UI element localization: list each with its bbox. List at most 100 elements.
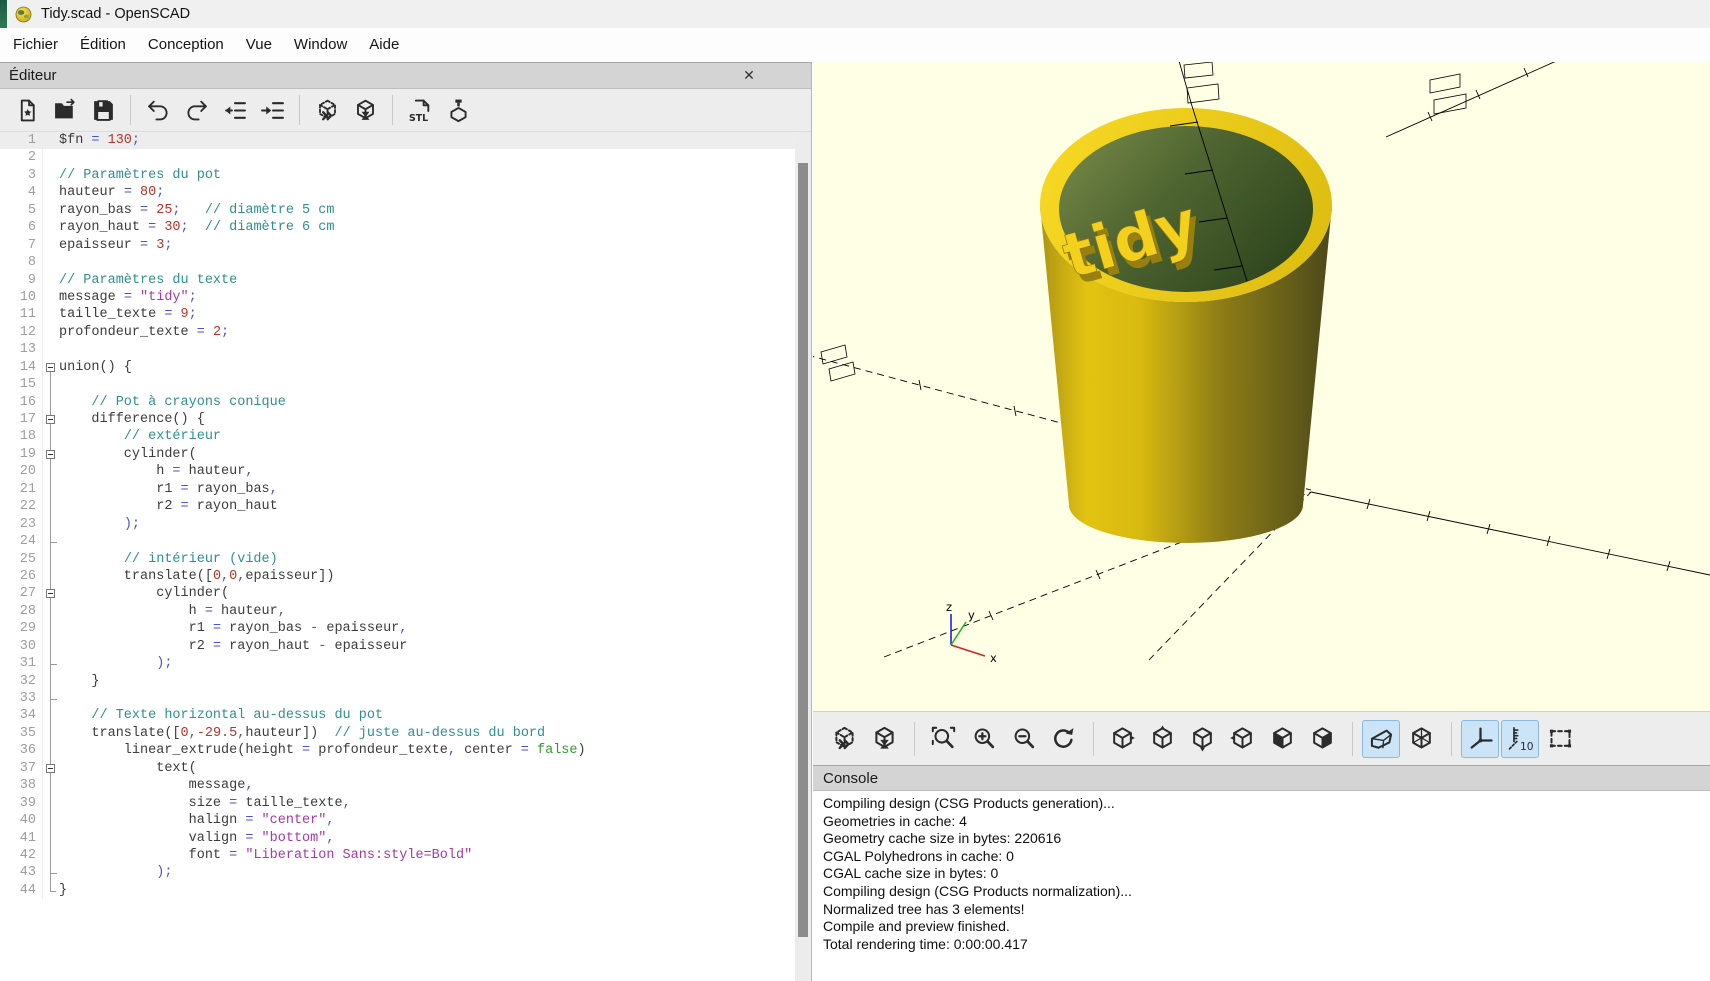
fold-toggle-icon[interactable] bbox=[46, 764, 55, 773]
unindent-button[interactable] bbox=[215, 92, 253, 128]
redo-button[interactable] bbox=[177, 92, 215, 128]
menu-fichier[interactable]: Fichier bbox=[2, 28, 69, 62]
render-button[interactable] bbox=[865, 720, 903, 758]
console-line: CGAL cache size in bytes: 0 bbox=[823, 865, 1710, 883]
code-text: message = "tidy"; bbox=[59, 289, 795, 306]
zoom-in-button[interactable] bbox=[964, 720, 1002, 758]
menu-aide[interactable]: Aide bbox=[358, 28, 410, 62]
menu-conception[interactable]: Conception bbox=[137, 28, 235, 62]
view-left-button[interactable] bbox=[1223, 720, 1261, 758]
toolbar-separator bbox=[130, 95, 131, 125]
open-button[interactable] bbox=[46, 92, 84, 128]
editor-scrollbar[interactable] bbox=[795, 132, 811, 981]
line-number: 38 bbox=[0, 777, 42, 794]
view-top-button[interactable] bbox=[1143, 720, 1181, 758]
code-line: 44} bbox=[0, 882, 795, 899]
render-button[interactable] bbox=[346, 92, 384, 128]
view-front-button[interactable] bbox=[1263, 720, 1301, 758]
code-text: union() { bbox=[59, 359, 795, 376]
new-file-button[interactable] bbox=[8, 92, 46, 128]
code-text: font = "Liberation Sans:style=Bold" bbox=[59, 847, 795, 864]
line-number: 35 bbox=[0, 725, 42, 742]
menu-window[interactable]: Window bbox=[283, 28, 358, 62]
code-line: 34 // Texte horizontal au-dessus du pot bbox=[0, 707, 795, 724]
toolbar-separator bbox=[914, 722, 915, 756]
fold-margin bbox=[42, 533, 59, 550]
code-line: 2 bbox=[0, 149, 795, 166]
fold-margin bbox=[42, 481, 59, 498]
fold-margin bbox=[42, 463, 59, 480]
code-text: h = hauteur, bbox=[59, 603, 795, 620]
fold-margin bbox=[42, 585, 59, 602]
fold-margin bbox=[42, 132, 59, 149]
code-line: 8 bbox=[0, 254, 795, 271]
line-number: 15 bbox=[0, 376, 42, 393]
code-text: r1 = rayon_bas - epaisseur, bbox=[59, 620, 795, 637]
line-number: 41 bbox=[0, 830, 42, 847]
code-editor[interactable]: 1$fn = 130;23// Paramètres du pot4hauteu… bbox=[0, 132, 795, 981]
save-button[interactable] bbox=[84, 92, 122, 128]
preview-button[interactable] bbox=[825, 720, 863, 758]
fold-margin bbox=[42, 568, 59, 585]
code-text: r1 = rayon_bas, bbox=[59, 481, 795, 498]
editor-scrollbar-thumb[interactable] bbox=[798, 163, 808, 937]
fold-margin bbox=[42, 219, 59, 236]
code-line: 19 cylinder( bbox=[0, 446, 795, 463]
zoom-out-button[interactable] bbox=[1004, 720, 1042, 758]
editor-panel: Éditeur ✕ STL 1$fn = 130;23// Paramètres… bbox=[0, 62, 812, 981]
svg-text:STL: STL bbox=[409, 112, 428, 122]
code-text: difference() { bbox=[59, 411, 795, 428]
code-line: 16 // Pot à crayons conique bbox=[0, 394, 795, 411]
line-number: 19 bbox=[0, 446, 42, 463]
fold-toggle-icon[interactable] bbox=[46, 589, 55, 598]
menu-vue[interactable]: Vue bbox=[235, 28, 283, 62]
view-bottom-button[interactable] bbox=[1183, 720, 1221, 758]
orthographic-button[interactable] bbox=[1402, 720, 1440, 758]
line-number: 7 bbox=[0, 237, 42, 254]
line-number: 42 bbox=[0, 847, 42, 864]
code-text: rayon_haut = 30; // diamètre 6 cm bbox=[59, 219, 795, 236]
fold-margin bbox=[42, 673, 59, 690]
fold-toggle-icon[interactable] bbox=[46, 363, 55, 372]
z-axis-label: z bbox=[946, 600, 952, 614]
undo-button[interactable] bbox=[139, 92, 177, 128]
reset-view-button[interactable] bbox=[1044, 720, 1082, 758]
view-right-button[interactable] bbox=[1103, 720, 1141, 758]
code-line: 14union() { bbox=[0, 359, 795, 376]
code-text: // extérieur bbox=[59, 428, 795, 445]
console-output[interactable]: Compiling design (CSG Products generatio… bbox=[813, 791, 1710, 953]
print-3d-button[interactable] bbox=[439, 92, 477, 128]
fold-margin bbox=[42, 498, 59, 515]
openscad-logo-icon bbox=[14, 5, 33, 24]
code-line: 37 text( bbox=[0, 760, 795, 777]
code-line: 43 ); bbox=[0, 864, 795, 881]
code-text bbox=[59, 533, 795, 550]
perspective-button[interactable] bbox=[1362, 720, 1400, 758]
view-back-button[interactable] bbox=[1303, 720, 1341, 758]
fold-toggle-icon[interactable] bbox=[46, 450, 55, 459]
viewport-3d[interactable]: tidy tidy z y x bbox=[813, 62, 1710, 711]
code-line: 23 ); bbox=[0, 516, 795, 533]
editor-close-button[interactable]: ✕ bbox=[737, 65, 761, 86]
show-scale-markers-button[interactable]: 10 bbox=[1501, 720, 1539, 758]
code-text bbox=[59, 341, 795, 358]
view-all-button[interactable] bbox=[1541, 720, 1579, 758]
code-text: taille_texte = 9; bbox=[59, 306, 795, 323]
code-text: // intérieur (vide) bbox=[59, 551, 795, 568]
line-number: 5 bbox=[0, 202, 42, 219]
preview-button[interactable] bbox=[308, 92, 346, 128]
line-number: 25 bbox=[0, 551, 42, 568]
indent-button[interactable] bbox=[253, 92, 291, 128]
editor-panel-title: Éditeur bbox=[9, 67, 57, 84]
titlebar: Tidy.scad - OpenSCAD bbox=[0, 0, 1710, 28]
console-line: Normalized tree has 3 elements! bbox=[823, 901, 1710, 919]
code-text: } bbox=[59, 673, 795, 690]
show-axes-button[interactable] bbox=[1461, 720, 1499, 758]
viewport-toolbar: 10 bbox=[813, 711, 1710, 765]
menu-edition[interactable]: Édition bbox=[69, 28, 137, 62]
console-line: Compile and preview finished. bbox=[823, 918, 1710, 936]
export-stl-button[interactable]: STL bbox=[401, 92, 439, 128]
view-right-icon bbox=[1109, 725, 1136, 752]
zoom-all-button[interactable] bbox=[924, 720, 962, 758]
fold-toggle-icon[interactable] bbox=[46, 415, 55, 424]
